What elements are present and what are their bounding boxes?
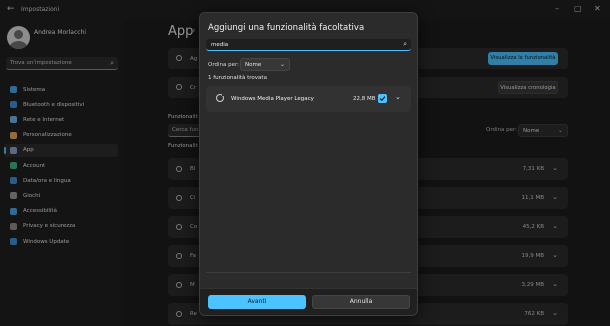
dialog-search-input[interactable]: media ⌕ — [206, 39, 411, 51]
dialog-footer: Avanti Annulla — [200, 288, 417, 315]
dialog-sort-dropdown[interactable]: Nome ⌄ — [240, 58, 290, 71]
dialog-title: Aggiungi una funzionalità facoltativa — [208, 23, 365, 33]
sort-value: Nome — [245, 62, 262, 68]
next-button[interactable]: Avanti — [208, 295, 306, 309]
expand-chevron-icon[interactable]: ⌄ — [395, 93, 401, 101]
search-value: media — [211, 41, 229, 48]
chevron-down-icon: ⌄ — [279, 61, 285, 68]
feature-list-item[interactable]: Windows Media Player Legacy 22,8 MB ⌄ — [206, 86, 411, 112]
feature-icon — [216, 93, 225, 102]
sort-label: Ordina per: — [208, 62, 240, 68]
search-icon: ⌕ — [403, 40, 407, 48]
feature-size: 22,8 MB — [353, 96, 376, 102]
divider — [206, 272, 411, 273]
checkmark-icon — [379, 96, 386, 102]
add-optional-feature-dialog: Aggiungi una funzionalità facoltativa me… — [199, 12, 418, 316]
feature-checkbox[interactable] — [378, 94, 387, 103]
feature-name: Windows Media Player Legacy — [231, 96, 314, 102]
result-count: 1 funzionalità trovata — [208, 75, 267, 81]
cancel-button[interactable]: Annulla — [312, 295, 410, 309]
